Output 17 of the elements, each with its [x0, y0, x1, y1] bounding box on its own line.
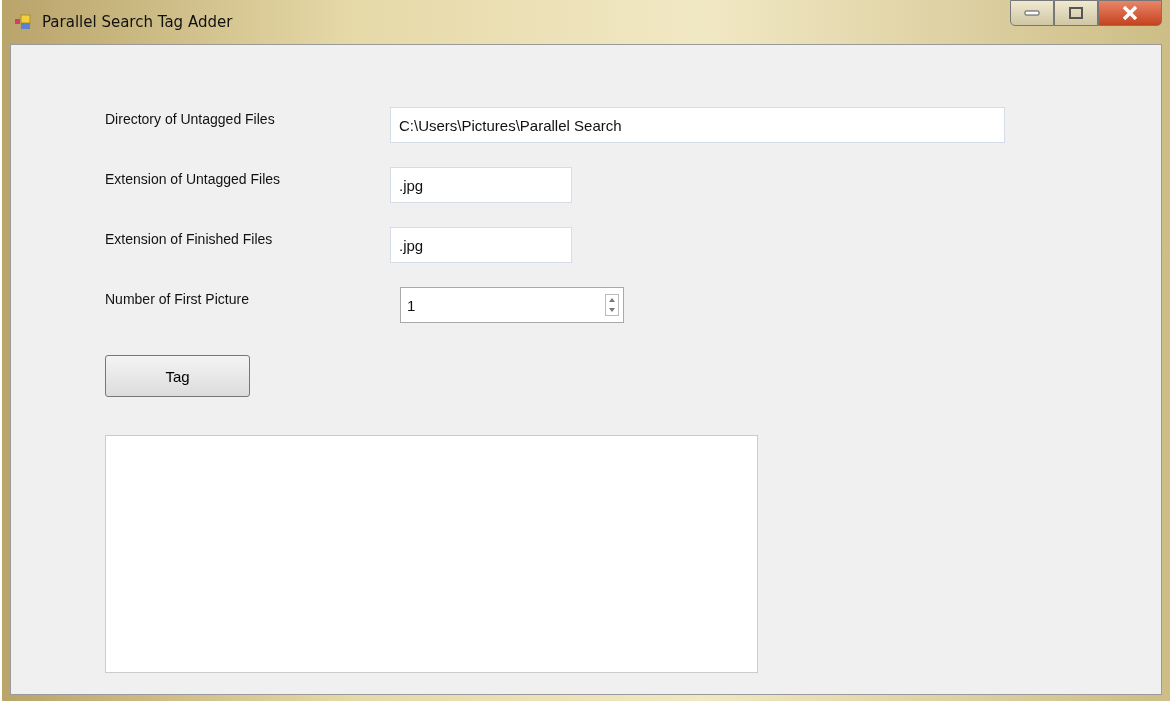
- text-field[interactable]: C:\Users\Pictures\Parallel Search: [390, 107, 1005, 143]
- field-label: Directory of Untagged Files: [105, 111, 276, 127]
- window-title: Parallel Search Tag Adder: [42, 13, 233, 31]
- text-field[interactable]: .jpg: [390, 167, 572, 203]
- maximize-icon: [1069, 7, 1083, 19]
- app-icon: [14, 14, 32, 30]
- field-label: Extension of Finished Files: [105, 231, 274, 247]
- field-label: Extension of Untagged Files: [105, 171, 282, 187]
- number-spinner[interactable]: 1: [400, 287, 624, 323]
- field-label: Number of First Picture: [105, 291, 250, 307]
- close-icon: [1122, 6, 1138, 20]
- minimize-button[interactable]: [1010, 0, 1054, 26]
- minimize-icon: [1024, 10, 1040, 16]
- text-field[interactable]: .jpg: [390, 227, 572, 263]
- tag-button[interactable]: Tag: [105, 355, 250, 397]
- maximize-button[interactable]: [1054, 0, 1098, 26]
- close-button[interactable]: [1098, 0, 1162, 26]
